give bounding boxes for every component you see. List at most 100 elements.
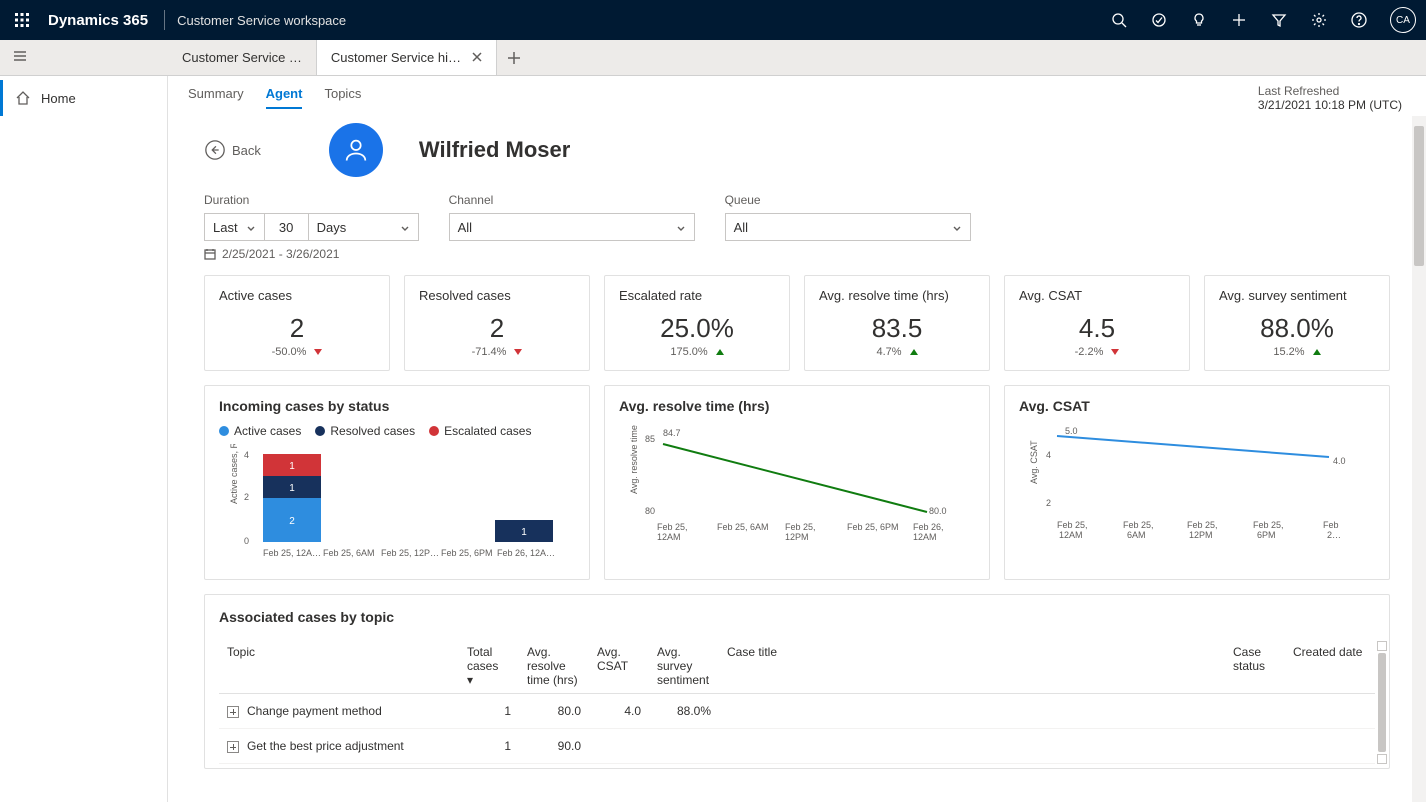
back-button[interactable]: Back xyxy=(204,139,261,161)
svg-text:80.0: 80.0 xyxy=(929,506,947,516)
app-launcher-icon[interactable] xyxy=(10,8,34,32)
svg-text:6AM: 6AM xyxy=(1127,530,1146,540)
user-avatar[interactable]: CA xyxy=(1390,7,1416,33)
search-icon[interactable] xyxy=(1110,11,1128,29)
col-art[interactable]: Avg. resolve time (hrs) xyxy=(519,639,589,694)
duration-value-input[interactable]: 30 xyxy=(265,213,309,241)
scroll-thumb[interactable] xyxy=(1378,653,1386,752)
col-total[interactable]: Total cases xyxy=(467,645,498,673)
svg-text:Feb 25,: Feb 25, xyxy=(785,522,816,532)
svg-text:Feb 25, 6AM: Feb 25, 6AM xyxy=(323,548,375,558)
scroll-up-icon[interactable] xyxy=(1377,641,1387,651)
kpi-row: Active cases 2 -50.0% Resolved cases 2 -… xyxy=(204,275,1390,371)
filter-icon[interactable] xyxy=(1270,11,1288,29)
back-arrow-icon xyxy=(204,139,226,161)
scroll-down-icon[interactable] xyxy=(1377,754,1387,764)
chevron-down-icon xyxy=(246,222,256,232)
col-status[interactable]: Case status xyxy=(1225,639,1285,694)
expand-icon[interactable] xyxy=(227,741,239,753)
svg-text:Feb 25,: Feb 25, xyxy=(1123,520,1154,530)
trend-down-icon xyxy=(314,349,322,355)
last-refreshed-value: 3/21/2021 10:18 PM (UTC) xyxy=(1258,98,1402,112)
legend-swatch-icon xyxy=(219,426,229,436)
svg-text:Active cases, Resolved…: Active cases, Resolved… xyxy=(229,444,239,504)
svg-text:Avg. CSAT: Avg. CSAT xyxy=(1029,440,1039,484)
col-created[interactable]: Created date xyxy=(1285,639,1375,694)
chart-csat: Avg. CSAT Avg. CSAT 4 2 5.0 4.0 Feb 25,1… xyxy=(1004,385,1390,580)
kpi-csat: Avg. CSAT 4.5 -2.2% xyxy=(1004,275,1190,371)
table-row[interactable]: Get the best price adjustment 1 90.0 xyxy=(219,729,1375,764)
subtab-agent[interactable]: Agent xyxy=(266,86,303,109)
close-icon[interactable] xyxy=(472,50,482,65)
col-csat[interactable]: Avg. CSAT xyxy=(589,639,649,694)
svg-text:Feb 25, 12A…: Feb 25, 12A… xyxy=(263,548,321,558)
svg-text:4.0: 4.0 xyxy=(1333,456,1346,466)
scroll-thumb[interactable] xyxy=(1414,126,1424,266)
topbar: Dynamics 365 Customer Service workspace … xyxy=(0,0,1426,40)
col-case-title[interactable]: Case title xyxy=(719,639,1225,694)
svg-text:Feb 25,: Feb 25, xyxy=(1253,520,1284,530)
filter-duration: Duration Last 30 Days 2/25/2021 - 3/26/2… xyxy=(204,193,419,261)
svg-text:1: 1 xyxy=(289,461,295,472)
last-refreshed-label: Last Refreshed xyxy=(1258,84,1402,98)
brand-name: Dynamics 365 xyxy=(48,12,148,29)
svg-text:2: 2 xyxy=(244,492,249,502)
duration-unit-select[interactable]: Days xyxy=(309,213,419,241)
associated-cases-card: Associated cases by topic Topic Total ca… xyxy=(204,594,1390,769)
col-topic[interactable]: Topic xyxy=(219,639,459,694)
main-area: Home Last Refreshed 3/21/2021 10:18 PM (… xyxy=(0,76,1426,802)
svg-text:Feb 25, 6PM: Feb 25, 6PM xyxy=(441,548,493,558)
chart-incoming-cases: Incoming cases by status Active cases Re… xyxy=(204,385,590,580)
chevron-down-icon xyxy=(676,222,686,232)
tab-customer-service-dashboard[interactable]: Customer Service … xyxy=(168,40,317,75)
new-tab-button[interactable] xyxy=(497,40,531,75)
kpi-escalated-rate: Escalated rate 25.0% 175.0% xyxy=(604,275,790,371)
tab-row: Customer Service … Customer Service hist… xyxy=(0,40,1426,76)
lightbulb-icon[interactable] xyxy=(1190,11,1208,29)
svg-text:84.7: 84.7 xyxy=(663,428,681,438)
table-row[interactable]: Change payment method 1 80.0 4.0 88.0% xyxy=(219,694,1375,729)
legend-swatch-icon xyxy=(315,426,325,436)
duration-mode-select[interactable]: Last xyxy=(204,213,265,241)
tab-label: Customer Service historic… xyxy=(331,50,462,65)
nav-item-home[interactable]: Home xyxy=(0,80,167,116)
settings-icon[interactable] xyxy=(1310,11,1328,29)
svg-text:Feb 25,: Feb 25, xyxy=(1057,520,1088,530)
svg-text:Feb 25,: Feb 25, xyxy=(657,522,688,532)
subtab-topics[interactable]: Topics xyxy=(324,86,361,109)
kpi-resolved-cases: Resolved cases 2 -71.4% xyxy=(404,275,590,371)
add-icon[interactable] xyxy=(1230,11,1248,29)
page-body: Back Wilfried Moser Duration Last 30 Day… xyxy=(168,109,1426,801)
table-scrollbar[interactable] xyxy=(1377,641,1387,764)
svg-text:1: 1 xyxy=(289,483,295,494)
svg-text:4: 4 xyxy=(244,450,249,460)
line-chart: Avg. CSAT 4 2 5.0 4.0 Feb 25,12AM Feb 25… xyxy=(1019,424,1375,544)
filter-queue: Queue All xyxy=(725,193,971,261)
svg-text:2…: 2… xyxy=(1327,530,1341,540)
queue-select[interactable]: All xyxy=(725,213,971,241)
channel-select[interactable]: All xyxy=(449,213,695,241)
col-sent[interactable]: Avg. survey sentiment xyxy=(649,639,719,694)
expand-icon[interactable] xyxy=(227,706,239,718)
help-icon[interactable] xyxy=(1350,11,1368,29)
filter-label: Duration xyxy=(204,193,419,207)
kpi-active-cases: Active cases 2 -50.0% xyxy=(204,275,390,371)
chart-row: Incoming cases by status Active cases Re… xyxy=(204,385,1390,580)
svg-text:12AM: 12AM xyxy=(913,532,937,542)
page-scrollbar[interactable] xyxy=(1412,116,1426,802)
trend-up-icon xyxy=(1313,349,1321,355)
svg-text:2: 2 xyxy=(1046,498,1051,508)
filters: Duration Last 30 Days 2/25/2021 - 3/26/2… xyxy=(204,193,1390,261)
calendar-icon xyxy=(204,248,216,260)
subtab-summary[interactable]: Summary xyxy=(188,86,244,109)
svg-text:12PM: 12PM xyxy=(1189,530,1213,540)
home-icon xyxy=(15,90,31,106)
tab-customer-service-historical[interactable]: Customer Service historic… xyxy=(317,40,497,75)
avatar-initials: CA xyxy=(1396,15,1410,26)
task-icon[interactable] xyxy=(1150,11,1168,29)
last-refreshed: Last Refreshed 3/21/2021 10:18 PM (UTC) xyxy=(1258,84,1402,112)
hamburger-icon[interactable] xyxy=(12,48,32,68)
svg-text:Feb 26,: Feb 26, xyxy=(913,522,944,532)
svg-text:12AM: 12AM xyxy=(1059,530,1083,540)
bar-chart: Active cases, Resolved… 4 2 0 2 1 1 1 xyxy=(219,444,575,564)
